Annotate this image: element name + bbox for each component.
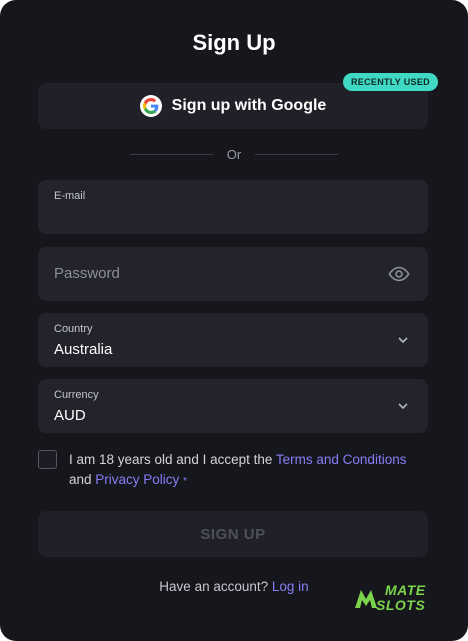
have-account-text: Have an account? <box>159 579 269 594</box>
country-label: Country <box>54 323 93 335</box>
consent-text-and: and <box>69 472 96 487</box>
email-field[interactable]: E-mail <box>38 180 428 234</box>
required-mark: * <box>183 476 187 487</box>
signup-modal: Sign Up Sign up with Google RECENTLY USE… <box>0 0 468 641</box>
logo-text-mate: MATE <box>385 582 426 598</box>
login-link[interactable]: Log in <box>272 579 309 594</box>
chevron-down-icon <box>396 399 410 413</box>
password-field[interactable]: Password <box>38 247 428 301</box>
terms-link[interactable]: Terms and Conditions <box>276 452 407 467</box>
password-placeholder: Password <box>54 265 120 282</box>
currency-select[interactable]: Currency AUD <box>38 379 428 433</box>
currency-value: AUD <box>54 407 86 424</box>
divider-line <box>255 153 339 155</box>
or-divider: Or <box>130 146 339 162</box>
divider-line <box>130 153 213 155</box>
email-label: E-mail <box>54 190 86 202</box>
privacy-policy-link[interactable]: Privacy Policy <box>95 472 179 487</box>
currency-label: Currency <box>54 389 99 401</box>
country-select[interactable]: Country Australia <box>38 313 428 367</box>
divider-text: Or <box>226 146 242 162</box>
consent-text-before: I am 18 years old and I accept the <box>69 452 276 467</box>
age-terms-checkbox[interactable] <box>38 450 57 469</box>
google-icon <box>139 95 162 117</box>
consent-text: I am 18 years old and I accept the Terms… <box>69 450 419 492</box>
chevron-down-icon <box>396 333 410 347</box>
google-signup-label: Sign up with Google <box>171 97 327 114</box>
logo-text-slots: SLOTS <box>376 597 426 613</box>
signup-button[interactable]: SIGN UP <box>38 511 428 557</box>
page-title: Sign Up <box>192 30 276 55</box>
recently-used-badge: RECENTLY USED <box>343 73 438 91</box>
mateslots-logo: MATE SLOTS <box>352 582 440 616</box>
eye-icon[interactable] <box>388 263 410 285</box>
country-value: Australia <box>54 341 113 358</box>
